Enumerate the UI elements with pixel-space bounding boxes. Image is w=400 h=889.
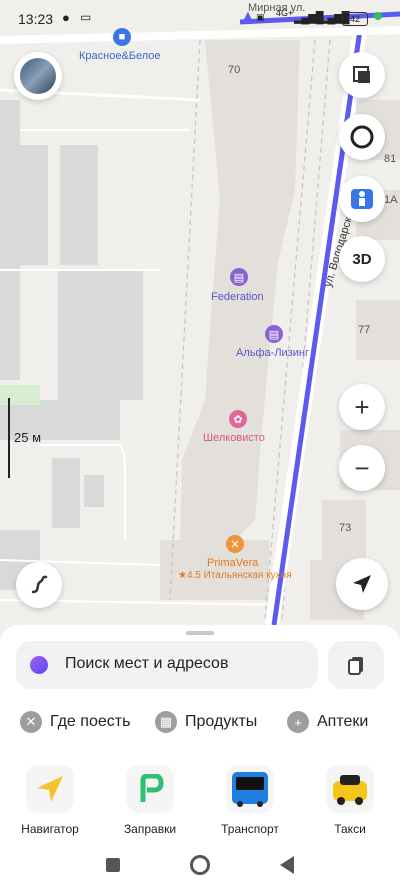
chip-food[interactable]: ✕ Где поесть [20, 705, 130, 739]
avatar [20, 58, 56, 94]
fork-knife-icon: ✕ [20, 711, 42, 733]
poi-label[interactable]: PrimaVera [207, 557, 258, 569]
poi-label[interactable]: Красное&Белое [79, 50, 161, 62]
service-taxi[interactable]: Такси [307, 765, 393, 836]
map-canvas [0, 0, 400, 640]
route-button[interactable] [16, 562, 62, 608]
poi-label[interactable]: Шелковисто [203, 432, 265, 444]
status-bar: 13:23 ● ▭ Мирная ул. ▲ ▣ 4G+ ▂▄▆█ ▂▄▆█ 4… [0, 0, 400, 36]
chip-label: Аптеки [317, 713, 369, 730]
signal-icon: ▂▄▆█ [294, 12, 323, 24]
briefcase-icon: ▤ [265, 325, 283, 343]
service-label: Навигатор [21, 822, 79, 836]
chip-pharmacy[interactable]: + Аптеки [287, 705, 368, 739]
house-number: 1А [384, 194, 398, 206]
traffic-button[interactable] [339, 114, 385, 160]
layers-icon [353, 66, 370, 83]
poi-federation[interactable]: ▤ [230, 268, 248, 286]
service-label: Транспорт [221, 822, 279, 836]
panorama-person-icon [351, 189, 373, 209]
chip-label: Продукты [185, 713, 258, 730]
chip-groceries[interactable]: ▦ Продукты [155, 705, 257, 739]
system-nav-bar [0, 845, 400, 889]
basket-icon: ▦ [155, 711, 177, 733]
plus-icon: + [354, 392, 370, 422]
3d-label: 3D [352, 250, 372, 268]
flower-icon: ✿ [229, 410, 247, 428]
poi-label[interactable]: Federation [211, 291, 264, 303]
route-squiggle-icon [31, 575, 48, 594]
active-dot-icon [374, 12, 382, 20]
search-placeholder: Поиск мест и адресов [65, 655, 229, 672]
bookmarks-icon [348, 657, 363, 675]
service-label: Такси [334, 822, 366, 836]
navigator-arrow-icon [26, 765, 74, 813]
poi-shelkovisto[interactable]: ✿ [229, 410, 247, 428]
3d-button[interactable]: 3D [339, 236, 385, 282]
my-location-button[interactable] [336, 558, 388, 610]
bus-icon [226, 765, 274, 813]
service-transport[interactable]: Транспорт [207, 765, 293, 836]
poi-alfa-leasing[interactable]: ▤ [265, 325, 283, 343]
chip-label: Где поесть [50, 713, 131, 730]
profile-avatar-button[interactable] [14, 52, 62, 100]
drag-handle[interactable] [186, 631, 214, 635]
house-number: 70 [228, 64, 241, 76]
home-icon[interactable] [190, 855, 210, 875]
search-input[interactable]: Поиск мест и адресов [16, 641, 318, 689]
poi-rating: ★4.5 Итальянская кухня [178, 570, 292, 581]
chat-icon: ▭ [80, 10, 92, 24]
minus-icon: − [354, 453, 370, 483]
poi-label[interactable]: Альфа-Лизинг [236, 347, 309, 359]
service-label: Заправки [123, 822, 177, 836]
fork-knife-icon: ✕ [226, 535, 244, 553]
plus-icon: + [287, 711, 309, 733]
layers-button[interactable] [339, 52, 385, 98]
alice-icon[interactable] [30, 656, 48, 674]
recents-icon[interactable] [106, 858, 120, 872]
route-arrow-icon: ▲ [240, 8, 256, 25]
zoom-in-button[interactable]: + [339, 384, 385, 430]
scale-label: 25 м [14, 430, 42, 445]
volte-icon: ▣ [256, 12, 265, 22]
taxi-icon [326, 765, 374, 813]
service-fuel[interactable]: Заправки [107, 765, 193, 836]
briefcase-icon: ▤ [230, 268, 248, 286]
map-view[interactable]: ■ Красное&Белое ▤ Federation ▤ Альфа-Лиз… [0, 0, 400, 640]
circle-icon [350, 125, 374, 149]
fuel-icon [126, 765, 174, 813]
services-bar: Навигатор Заправки Транспорт Такси [0, 757, 400, 847]
zoom-out-button[interactable]: − [339, 445, 385, 491]
bookmarks-button[interactable] [328, 641, 384, 689]
house-number: 77 [358, 324, 371, 336]
back-icon[interactable] [280, 856, 294, 874]
network-type: 4G+ [276, 8, 294, 18]
scale-bar [8, 398, 10, 478]
service-navigator[interactable]: Навигатор [7, 765, 93, 836]
house-number: 73 [339, 522, 352, 534]
panorama-button[interactable] [339, 176, 385, 222]
house-number: 81 [384, 153, 397, 165]
battery-indicator: 42 [342, 12, 368, 26]
poi-primavera[interactable]: ✕ [226, 535, 244, 553]
clock: 13:23 [18, 11, 54, 27]
location-pin-icon: ● [62, 10, 70, 25]
location-arrow-icon [353, 575, 371, 593]
bottom-sheet: Поиск мест и адресов ✕ Где поесть ▦ Прод… [0, 625, 400, 757]
